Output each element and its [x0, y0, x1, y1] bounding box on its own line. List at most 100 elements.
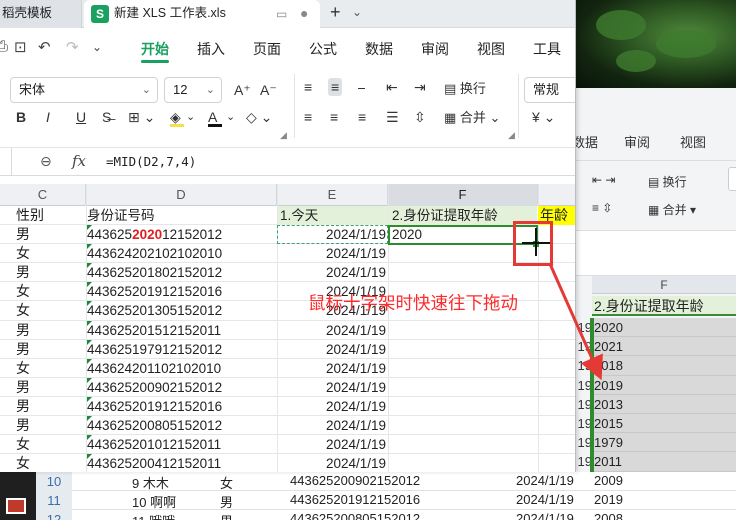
year-cell[interactable]: 2019 — [594, 492, 623, 507]
strikethrough-icon[interactable]: S̶ — [102, 108, 111, 126]
age-extract-cell[interactable] — [389, 416, 537, 435]
column-header-c[interactable]: C — [0, 184, 86, 206]
table-row[interactable]: 11 10 啊啊 男 443625201912152016 2024/1/19 … — [0, 491, 736, 510]
age-cell[interactable] — [538, 301, 575, 320]
table-row[interactable]: 女 443625201012152011 2024/1/19 — [0, 435, 575, 455]
fill-color-icon[interactable]: ◈ — [170, 108, 184, 127]
table-row[interactable]: 12 11 哦哦 男 443625200805152012 2024/1/19 … — [0, 510, 736, 520]
age-extract-cell[interactable] — [389, 435, 537, 454]
menu-formula[interactable]: 公式 — [309, 39, 337, 59]
number-format-select[interactable]: 常规 — [524, 77, 575, 103]
id-cell[interactable]: 443624202102102010 — [87, 244, 277, 263]
row-number[interactable]: 11 — [36, 491, 72, 510]
date-cell[interactable]: 2024/1/19 — [278, 321, 388, 340]
id-cell[interactable]: 443625201912152016 — [87, 396, 277, 416]
sex-cell[interactable]: 男 — [16, 340, 86, 359]
back-header-cell[interactable]: 2.身份证提取年龄 — [592, 296, 736, 316]
year-cell[interactable]: 2008 — [594, 511, 623, 520]
date-cell[interactable]: 2024/1/19 — [278, 359, 388, 378]
zoom-icon[interactable]: ⊖ — [40, 153, 52, 170]
chevron-down-icon[interactable]: ⌄ — [352, 5, 362, 19]
align-middle-icon[interactable]: ≡ — [328, 78, 343, 96]
sex-cell[interactable]: 女 — [16, 454, 86, 472]
back-tab-view[interactable]: 视图 — [680, 132, 706, 151]
age-extract-cell[interactable] — [389, 378, 537, 397]
header-today[interactable]: 1.今天 — [278, 206, 388, 225]
new-tab-button[interactable]: + — [330, 2, 341, 23]
table-row[interactable]: 男 443625200902152012 2024/1/19 — [0, 377, 575, 397]
formula-input[interactable]: =MID(D2,7,4) — [106, 154, 196, 169]
sex-cell[interactable]: 女 — [220, 473, 233, 492]
increase-indent-icon[interactable]: ⇥ — [414, 78, 426, 96]
back-year-cell[interactable]: 2018 — [592, 356, 736, 376]
tab-current-file[interactable]: S 新建 XLS 工作表.xls ▭ ● — [84, 0, 320, 28]
back-indent-icon[interactable]: ⇤ ⇥ — [592, 173, 615, 187]
sex-cell[interactable]: 女 — [16, 301, 86, 320]
id-cell[interactable]: 443625201305152012 — [87, 301, 277, 320]
sex-cell[interactable]: 男 — [16, 225, 86, 244]
table-row[interactable]: 男 443625201802152012 2024/1/19 — [0, 263, 575, 283]
unsaved-dot-icon[interactable]: ● — [300, 0, 308, 26]
date-cell[interactable]: 2024/1/19 — [278, 454, 388, 472]
align-bottom-icon[interactable]: ⎯ — [358, 78, 365, 96]
age-cell[interactable] — [538, 340, 575, 359]
id-cell[interactable]: 443625201512152011 — [87, 320, 277, 340]
age-extract-cell[interactable] — [389, 397, 537, 416]
id-cell[interactable]: 443625197912152012 — [87, 339, 277, 359]
redo-icon[interactable]: ↷ — [66, 38, 79, 56]
name-cell[interactable]: 10 啊啊 — [132, 492, 176, 511]
date-cell[interactable]: 2024/1/19 — [516, 492, 574, 507]
preview-icon[interactable]: ⊡ — [14, 38, 27, 56]
name-box[interactable] — [0, 148, 12, 176]
sex-cell[interactable]: 女 — [16, 435, 86, 454]
monitor-icon[interactable]: ▭ — [276, 1, 287, 27]
sex-cell[interactable]: 女 — [16, 244, 86, 263]
date-cell[interactable]: 2024/1/19 — [278, 397, 388, 416]
age-extract-cell[interactable] — [389, 340, 537, 359]
id-cell[interactable]: 443625201012152011 — [87, 435, 277, 454]
undo-icon[interactable]: ↶ — [38, 38, 51, 56]
back-align-icon[interactable]: ≡ ⇳ — [592, 201, 612, 215]
menu-view[interactable]: 视图 — [477, 39, 505, 59]
id-cell[interactable]: 443625200902152012 — [87, 377, 277, 397]
menu-insert[interactable]: 插入 — [197, 39, 225, 59]
shrink-font-button[interactable]: A⁻ — [260, 81, 277, 99]
row-number[interactable]: 10 — [36, 472, 72, 491]
sex-cell[interactable]: 女 — [16, 359, 86, 378]
font-size-select[interactable]: 12 ⌄ — [164, 77, 222, 103]
align-center-icon[interactable]: ≡ — [330, 108, 338, 126]
back-year-cell[interactable]: 2020 — [592, 318, 736, 338]
column-header-f[interactable]: F — [388, 184, 538, 206]
back-column-header-f[interactable]: F — [592, 276, 736, 294]
print-icon[interactable]: ⎙ — [0, 38, 8, 55]
age-cell[interactable] — [538, 397, 575, 416]
header-id[interactable]: 身份证号码 — [87, 206, 277, 225]
menu-review[interactable]: 审阅 — [421, 39, 449, 59]
age-cell[interactable] — [538, 263, 575, 282]
dialog-launcher-icon[interactable]: ◢ — [508, 130, 515, 141]
sex-cell[interactable]: 女 — [16, 282, 86, 301]
chevron-down-icon[interactable]: ⌄ — [92, 40, 102, 54]
sex-cell[interactable]: 男 — [16, 263, 86, 282]
table-row[interactable]: 男 443625201912152016 2024/1/19 — [0, 396, 575, 417]
menu-page[interactable]: 页面 — [253, 39, 281, 59]
sex-cell[interactable]: 男 — [220, 511, 233, 520]
id-cell[interactable]: 443625201912152016 — [87, 282, 277, 301]
dialog-launcher-icon[interactable]: ◢ — [280, 130, 287, 141]
age-cell[interactable] — [538, 321, 575, 340]
age-extract-cell[interactable] — [389, 321, 537, 340]
age-cell[interactable] — [538, 359, 575, 378]
table-row[interactable]: 女 443625200412152011 2024/1/19 — [0, 454, 575, 472]
underline-button[interactable]: U — [76, 108, 86, 126]
wrap-text-button[interactable]: ▤ 换行 — [444, 80, 486, 98]
age-extract-cell[interactable] — [389, 263, 537, 282]
back-format-dropdown[interactable] — [728, 167, 736, 191]
id-cell[interactable]: 443625200805152012 — [290, 511, 420, 520]
distribute-icon[interactable]: ⇳ — [414, 108, 426, 126]
sex-cell[interactable]: 男 — [16, 378, 86, 397]
id-cell[interactable]: 443625202012152012 — [87, 225, 277, 244]
date-cell[interactable]: 2024/1/19 — [516, 511, 574, 520]
table-row[interactable]: 男 443625201512152011 2024/1/19 — [0, 320, 575, 340]
name-cell[interactable]: 9 木木 — [132, 473, 169, 492]
tab-docer-templates[interactable]: 稻壳模板 — [0, 0, 82, 28]
